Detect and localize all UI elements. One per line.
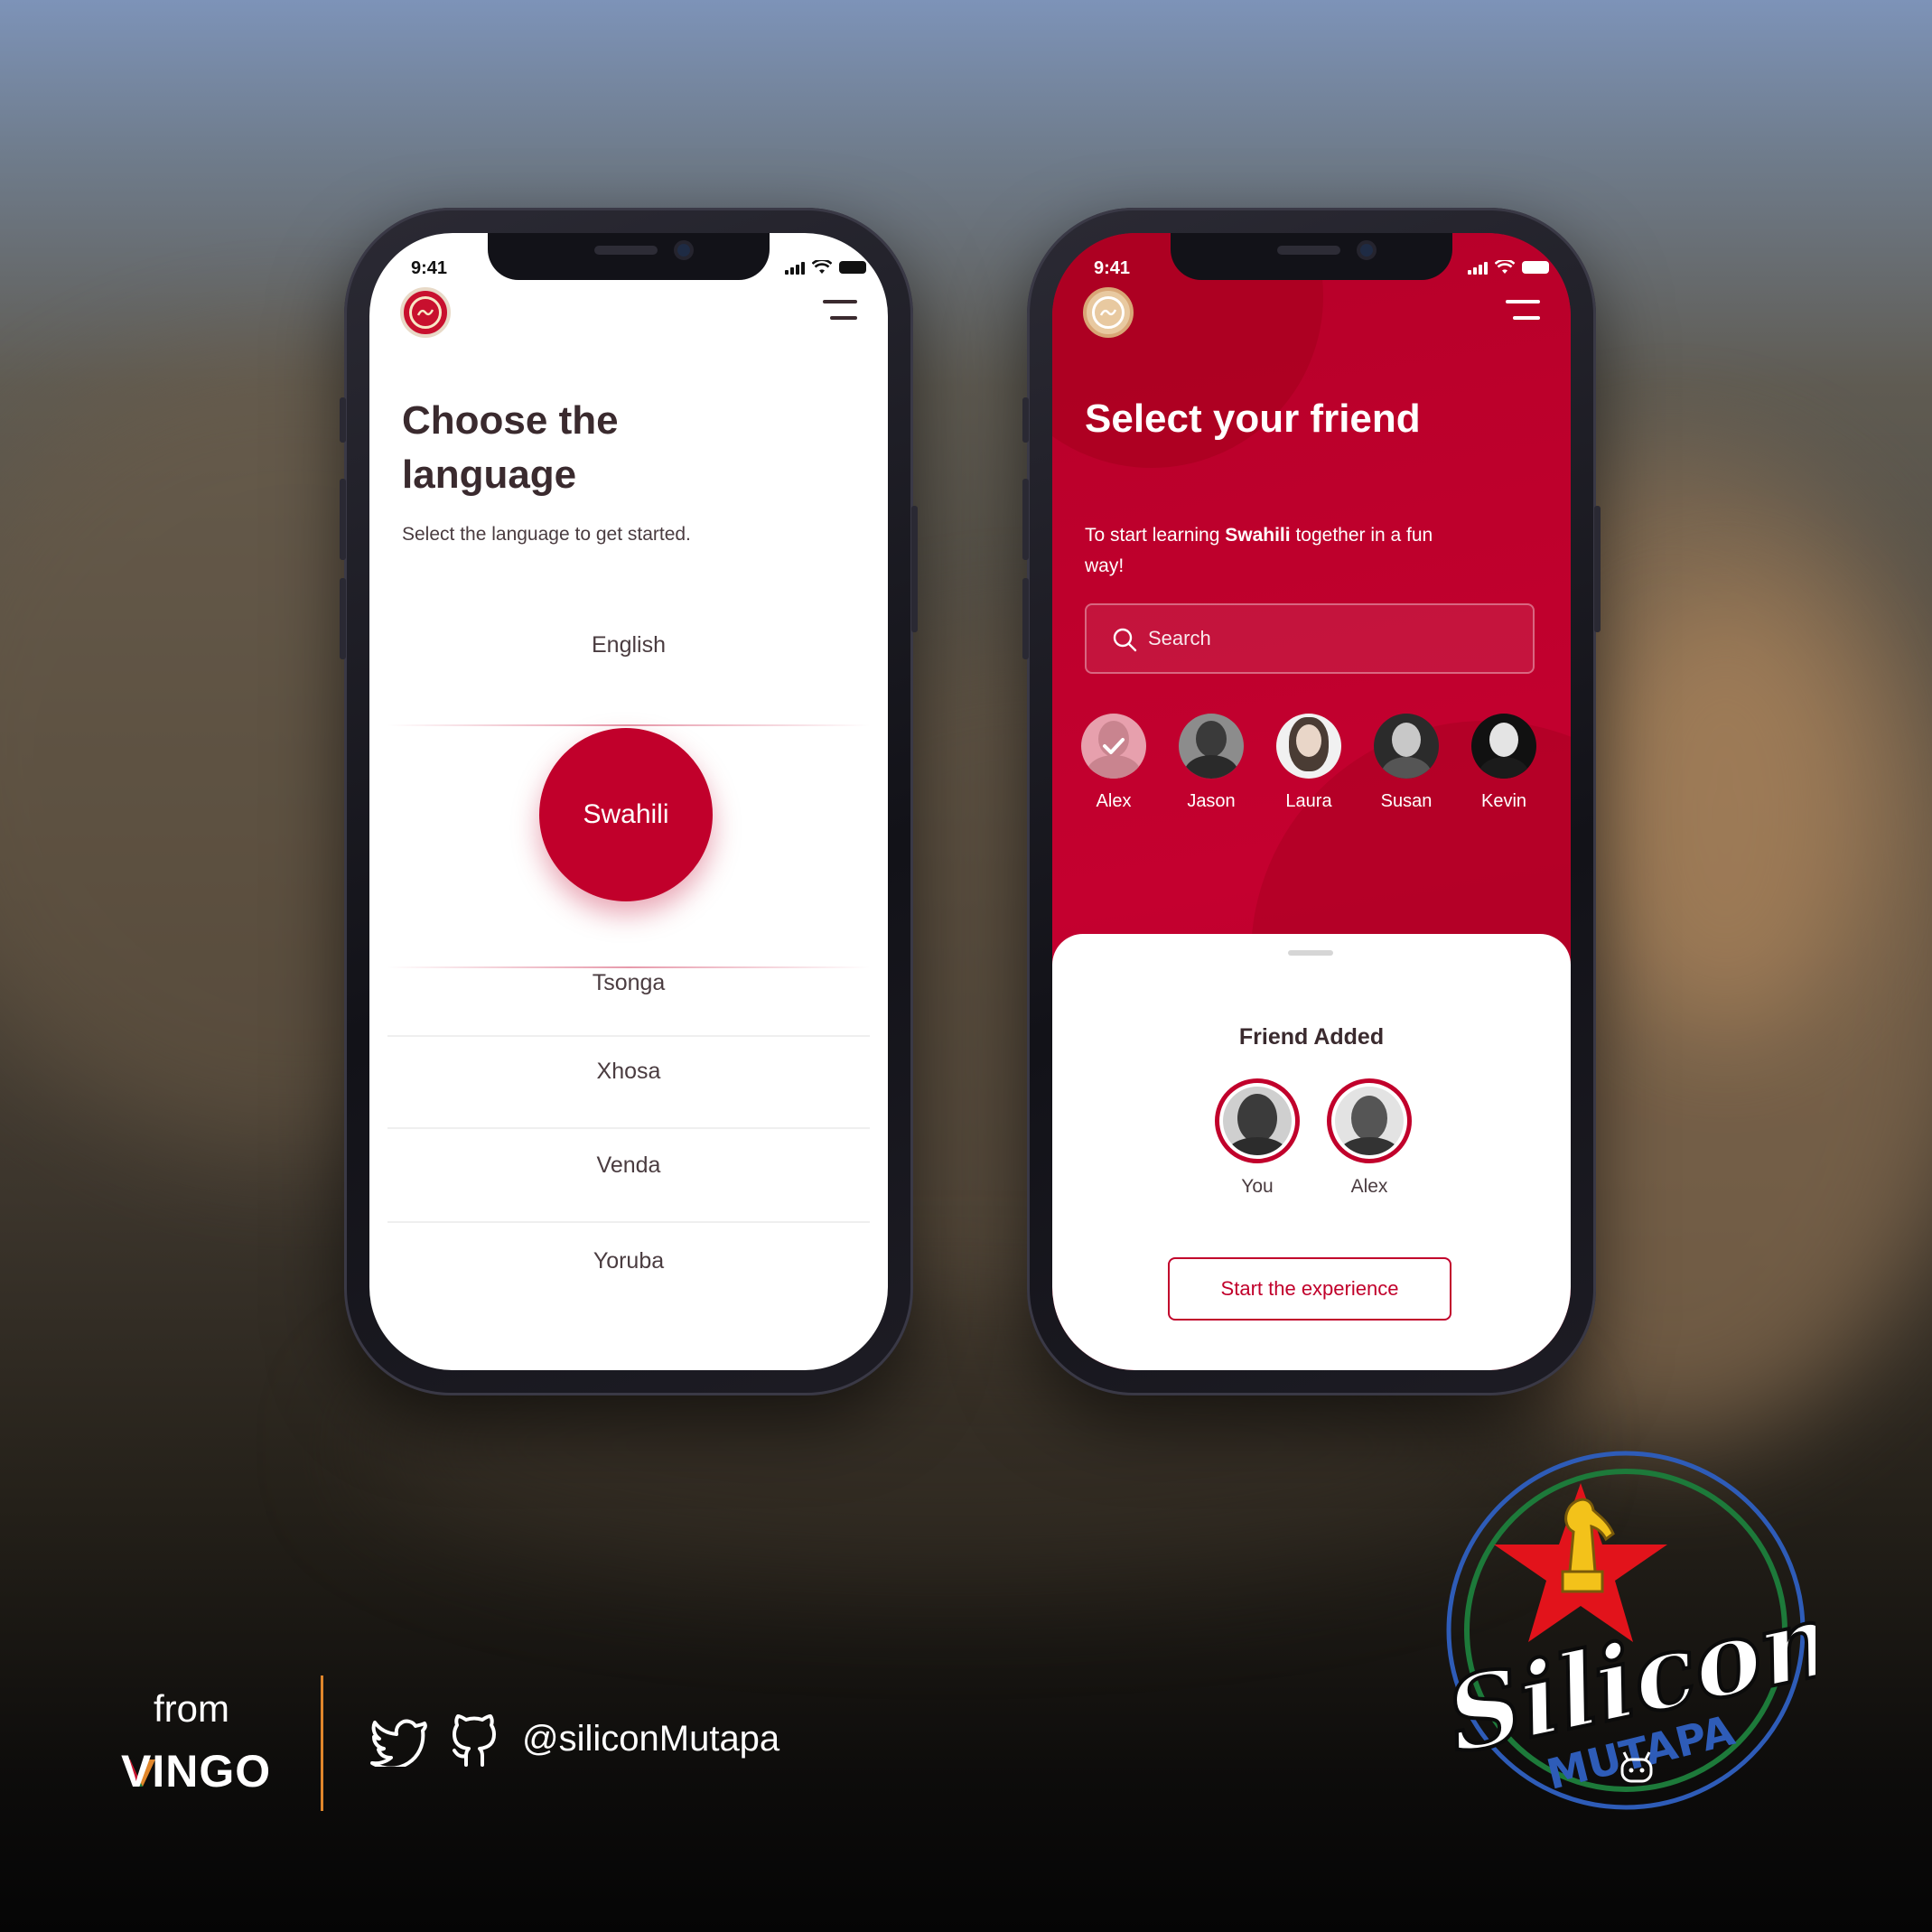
social-handle[interactable]: @siliconMutapa xyxy=(522,1719,779,1759)
added-friend-you: You xyxy=(1215,1078,1300,1198)
sheet-title: Friend Added xyxy=(1238,1024,1385,1050)
language-option-xhosa[interactable]: Xhosa xyxy=(369,1059,888,1085)
divider xyxy=(387,1035,870,1037)
avatar xyxy=(1081,714,1146,779)
page-title: Choose the language xyxy=(402,398,619,497)
cellular-signal-icon xyxy=(1468,260,1488,275)
avatar xyxy=(1276,714,1341,779)
friend-name: Alex xyxy=(1096,791,1132,811)
added-friend-name: You xyxy=(1241,1176,1274,1197)
language-option-venda[interactable]: Venda xyxy=(369,1153,888,1179)
status-time: 9:41 xyxy=(1094,258,1131,278)
avatar xyxy=(1374,714,1439,779)
added-friend-alex: Alex xyxy=(1327,1078,1412,1198)
status-bar: 9:41 xyxy=(1052,251,1571,287)
search-input[interactable]: Search xyxy=(1085,603,1535,674)
page-subtitle: Select the language to get started. xyxy=(402,524,691,545)
battery-icon xyxy=(1522,261,1549,274)
screen-select-friend: 9:41 Select your friend To start learnin… xyxy=(1052,233,1571,1370)
app-logo[interactable] xyxy=(1083,287,1134,338)
language-option-yoruba[interactable]: Yoruba xyxy=(369,1248,888,1274)
search-placeholder: Search xyxy=(1148,627,1211,649)
friend-item-laura[interactable]: Laura xyxy=(1273,714,1345,812)
friend-item-jason[interactable]: Jason xyxy=(1175,714,1247,812)
friend-name: Kevin xyxy=(1480,791,1527,811)
added-friend-name: Alex xyxy=(1350,1176,1388,1197)
language-option-swahili-selected[interactable]: Swahili xyxy=(539,728,713,901)
screen-choose-language: 9:41 Choose the language Select the lang… xyxy=(369,233,888,1370)
page-subtitle: To start learning Swahili together in a … xyxy=(1085,525,1433,576)
github-icon[interactable] xyxy=(448,1714,500,1769)
friend-item-alex[interactable]: Alex xyxy=(1078,714,1150,812)
search-icon xyxy=(1113,628,1137,652)
twitter-icon[interactable] xyxy=(370,1716,428,1767)
friend-added-sheet: Friend Added You Alex Start the experien… xyxy=(1052,934,1571,1370)
language-option-english[interactable]: English xyxy=(369,632,888,658)
friend-item-susan[interactable]: Susan xyxy=(1370,714,1442,812)
page-title: Select your friend xyxy=(1085,397,1421,441)
wifi-icon xyxy=(1495,260,1515,274)
friend-name: Susan xyxy=(1380,791,1433,811)
divider xyxy=(387,1221,870,1223)
checkmark-icon xyxy=(1103,738,1125,754)
menu-icon[interactable] xyxy=(823,300,857,322)
friend-name: Laura xyxy=(1285,791,1332,811)
friend-name: Jason xyxy=(1187,791,1236,811)
wifi-icon xyxy=(812,260,832,274)
avatar xyxy=(1327,1078,1412,1163)
language-option-tsonga[interactable]: Tsonga xyxy=(369,970,888,996)
app-logo[interactable] xyxy=(400,287,451,338)
phone-friend-select: 9:41 Select your friend To start learnin… xyxy=(1022,208,1601,1395)
sheet-drag-handle[interactable] xyxy=(1288,950,1333,956)
selection-divider-bottom xyxy=(387,966,870,968)
friend-item-kevin[interactable]: Kevin xyxy=(1468,714,1540,812)
selection-divider-top xyxy=(387,724,870,726)
vingo-logo: VINGO xyxy=(121,1746,272,1797)
phone-language-select: 9:41 Choose the language Select the lang… xyxy=(340,208,918,1395)
from-label: from xyxy=(154,1687,229,1730)
battery-icon xyxy=(839,261,866,274)
status-bar: 9:41 xyxy=(369,251,888,287)
divider xyxy=(387,1127,870,1129)
start-experience-button[interactable]: Start the experience xyxy=(1168,1257,1451,1321)
avatar xyxy=(1215,1078,1300,1163)
menu-icon[interactable] xyxy=(1506,300,1540,322)
silicon-mutapa-badge: Silicon MUTAPA xyxy=(1436,1451,1815,1810)
footer-divider xyxy=(321,1675,323,1811)
status-time: 9:41 xyxy=(411,258,448,278)
avatar xyxy=(1471,714,1536,779)
avatar xyxy=(1179,714,1244,779)
cellular-signal-icon xyxy=(785,260,805,275)
